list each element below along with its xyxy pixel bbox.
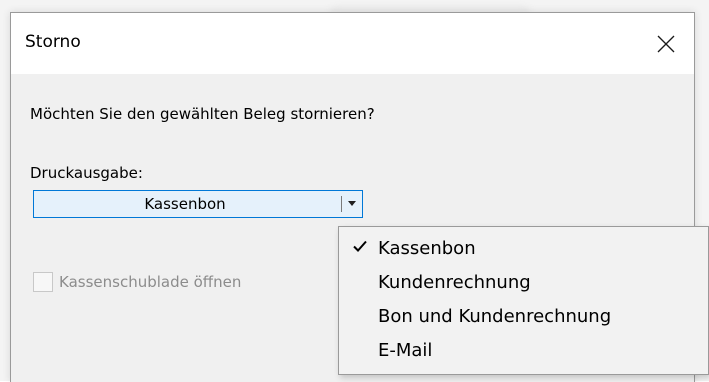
- print-output-selected: Kassenbon: [144, 195, 226, 213]
- close-icon: [657, 35, 675, 52]
- dropdown-option-label: E-Mail: [378, 340, 433, 361]
- combobox-divider: [341, 196, 342, 212]
- dropdown-option-bon-und-kundenrechnung[interactable]: Bon und Kundenrechnung: [339, 300, 708, 334]
- dropdown-option-email[interactable]: E-Mail: [339, 334, 708, 368]
- cash-drawer-label: Kassenschublade öffnen: [59, 273, 242, 291]
- dialog-titlebar: Storno: [11, 13, 694, 74]
- cash-drawer-option: Kassenschublade öffnen: [33, 272, 241, 292]
- cash-drawer-checkbox[interactable]: [33, 272, 53, 292]
- print-output-label: Druckausgabe:: [30, 164, 143, 182]
- close-button[interactable]: [638, 13, 694, 74]
- confirm-question: Möchten Sie den gewählten Beleg stornier…: [30, 105, 375, 123]
- print-output-combobox[interactable]: Kassenbon: [33, 190, 363, 218]
- dropdown-option-label: Bon und Kundenrechnung: [378, 306, 612, 327]
- checkmark-icon: [353, 240, 367, 252]
- dropdown-option-label: Kassenbon: [378, 238, 476, 259]
- dropdown-option-kundenrechnung[interactable]: Kundenrechnung: [339, 266, 708, 300]
- dropdown-option-label: Kundenrechnung: [378, 272, 531, 293]
- chevron-down-icon: [348, 201, 356, 206]
- dropdown-option-kassenbon[interactable]: Kassenbon: [339, 232, 708, 266]
- dialog-title: Storno: [25, 32, 81, 52]
- print-output-dropdown: Kassenbon Kundenrechnung Bon und Kundenr…: [338, 226, 709, 375]
